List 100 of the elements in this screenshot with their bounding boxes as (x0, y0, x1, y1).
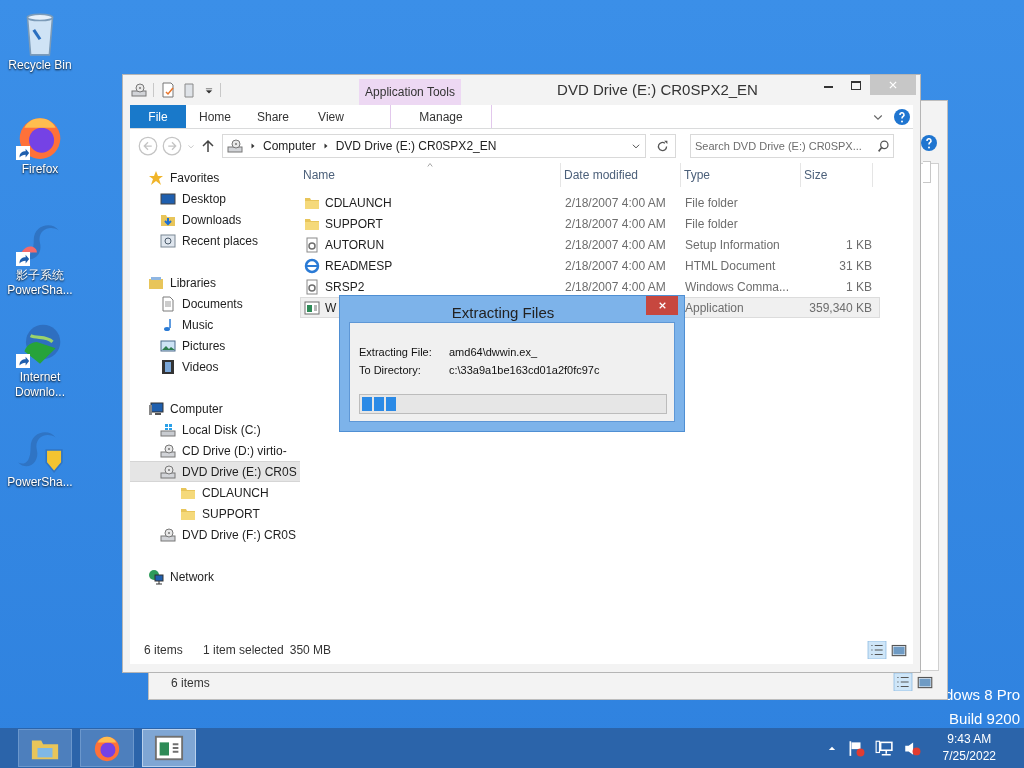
file-name: AUTORUN (325, 236, 385, 254)
address-dropdown-caret-icon[interactable] (631, 141, 641, 151)
nav-item[interactable]: SUPPORT (130, 503, 300, 524)
details-view-icon[interactable] (893, 673, 913, 691)
sort-ascending-caret-icon (426, 162, 434, 168)
nav-item[interactable]: Libraries (130, 272, 300, 293)
status-item-count: 6 items (144, 642, 184, 659)
film-strip-icon (160, 358, 176, 375)
refresh-icon (656, 139, 669, 153)
nav-item[interactable]: Favorites (130, 167, 300, 188)
size-cell-text: 31 KB (839, 257, 872, 275)
breadcrumb-arrow-icon (249, 142, 257, 150)
close-button[interactable] (646, 296, 678, 315)
nav-item[interactable]: Computer (130, 398, 300, 419)
nav-item[interactable]: Recent places (130, 230, 300, 251)
nav-item[interactable]: Pictures (130, 335, 300, 356)
ribbon-tab[interactable]: Manage (390, 105, 492, 128)
nav-item[interactable]: Videos (130, 356, 300, 377)
help-icon[interactable] (894, 108, 910, 125)
close-icon (657, 301, 667, 310)
recent-places-icon (160, 232, 176, 249)
nav-item[interactable]: DVD Drive (F:) CR0S (130, 524, 300, 545)
disc-drive-icon (160, 442, 176, 459)
nav-item[interactable]: CD Drive (D:) virtio- (130, 440, 300, 461)
taskbar-button[interactable] (80, 729, 134, 767)
properties-icon[interactable] (160, 82, 176, 98)
size-cell-text: 1 KB (846, 236, 872, 254)
breadcrumb[interactable]: Computer (263, 137, 316, 155)
address-bar[interactable]: Computer DVD Drive (E:) CR0SPX2_EN (222, 134, 646, 158)
disc-drive-icon (131, 82, 147, 98)
ribbon-tab[interactable]: View (302, 105, 360, 128)
column-header[interactable]: Name (300, 163, 561, 187)
desktop-icon-label[interactable]: Internet (19, 370, 61, 385)
date-cell: 2/18/2007 4:00 AM (565, 216, 666, 231)
network-icon[interactable] (874, 739, 893, 757)
nav-item[interactable]: Music (130, 314, 300, 335)
type-cell: Setup Information (685, 237, 780, 252)
file-name: SRSP2 (325, 278, 365, 296)
clock-time[interactable]: 9:43 AM (947, 731, 992, 748)
field-label: To Directory: (359, 363, 422, 378)
status-size: 350 MB (289, 642, 332, 659)
window-title: DVD Drive (E:) CR0SPX2_EN (556, 79, 759, 100)
file-row[interactable]: SRSP2 2/18/2007 4:00 AM Windows Comma... 1 KB (300, 276, 880, 297)
breadcrumb[interactable]: DVD Drive (E:) CR0SPX2_EN (335, 137, 497, 155)
computer-icon (148, 400, 164, 417)
status-item-count: 6 items (171, 675, 210, 692)
file-row[interactable]: CDLAUNCH 2/18/2007 4:00 AM File folder (300, 192, 880, 213)
column-header[interactable]: Date modified (561, 163, 681, 187)
file-row[interactable]: AUTORUN 2/18/2007 4:00 AM Setup Information 1 KB (300, 234, 880, 255)
nav-item[interactable]: CDLAUNCH (130, 482, 300, 503)
nav-item[interactable]: Network (130, 566, 300, 587)
type-cell: Windows Comma... (685, 279, 790, 294)
column-header[interactable]: Type (681, 163, 801, 187)
nav-item[interactable]: Desktop (130, 188, 300, 209)
type-cell: HTML Document (685, 258, 776, 273)
library-icon (148, 274, 164, 291)
details-view-icon[interactable] (867, 641, 887, 659)
taskbar-button[interactable] (142, 729, 196, 767)
clock-date[interactable]: 7/25/2022 (942, 748, 996, 765)
nav-item[interactable]: Documents (130, 293, 300, 314)
application-window-icon (154, 733, 184, 763)
network-icon (148, 568, 164, 585)
breadcrumb-arrow-icon (321, 142, 330, 150)
dialog-title: Extracting Files (450, 303, 556, 323)
star-icon (148, 169, 164, 186)
desktop-icon (160, 190, 176, 207)
ribbon-tab[interactable]: File (130, 105, 186, 128)
search-icon (877, 139, 890, 153)
nav-item[interactable]: Local Disk (C:) (130, 419, 300, 440)
file-row[interactable]: READMESP 2/18/2007 4:00 AM HTML Document 31 KB (300, 255, 880, 276)
date-cell: 2/18/2007 4:00 AM (565, 237, 666, 252)
date-cell: 2/18/2007 4:00 AM (565, 279, 666, 294)
desktop-icon-label[interactable]: Downlo... (15, 385, 65, 400)
contextual-tab-header: Application Tools (359, 79, 461, 105)
ribbon-tab[interactable]: Share (244, 105, 302, 128)
field-value: amd64\dwwin.ex_ (449, 345, 538, 360)
ribbon-tab[interactable]: Home (186, 105, 244, 128)
date-cell: 2/18/2007 4:00 AM (565, 195, 666, 210)
field-label: Extracting File: (359, 345, 433, 360)
browser-e-icon (304, 257, 320, 274)
dropdown-caret-icon[interactable] (204, 85, 214, 95)
refresh-button[interactable] (650, 134, 676, 158)
close-icon (888, 80, 898, 90)
field-value: c:\33a9a1be163cd01a2f0fc97c (449, 363, 600, 378)
column-header[interactable]: Size (801, 163, 873, 187)
desktop-icon-label[interactable]: PowerSha... (7, 475, 73, 490)
file-row[interactable]: SUPPORT 2/18/2007 4:00 AM File folder (300, 213, 880, 234)
up-arrow-icon[interactable] (200, 138, 216, 154)
gear-document-icon (304, 278, 320, 295)
pictures-icon (160, 337, 176, 354)
search-field[interactable]: Search DVD Drive (E:) CR0SPX... (690, 134, 894, 158)
file-name: CDLAUNCH (325, 194, 392, 212)
gear-document-icon (304, 236, 320, 253)
file-name: SUPPORT (325, 215, 383, 233)
file-name: W (325, 299, 337, 317)
nav-item[interactable]: DVD Drive (E:) CR0S (130, 461, 300, 482)
desktop-icon-label[interactable]: PowerSha... (7, 283, 73, 298)
type-cell: File folder (685, 195, 738, 210)
date-cell: 2/18/2007 4:00 AM (565, 258, 666, 273)
nav-item[interactable]: Downloads (130, 209, 300, 230)
